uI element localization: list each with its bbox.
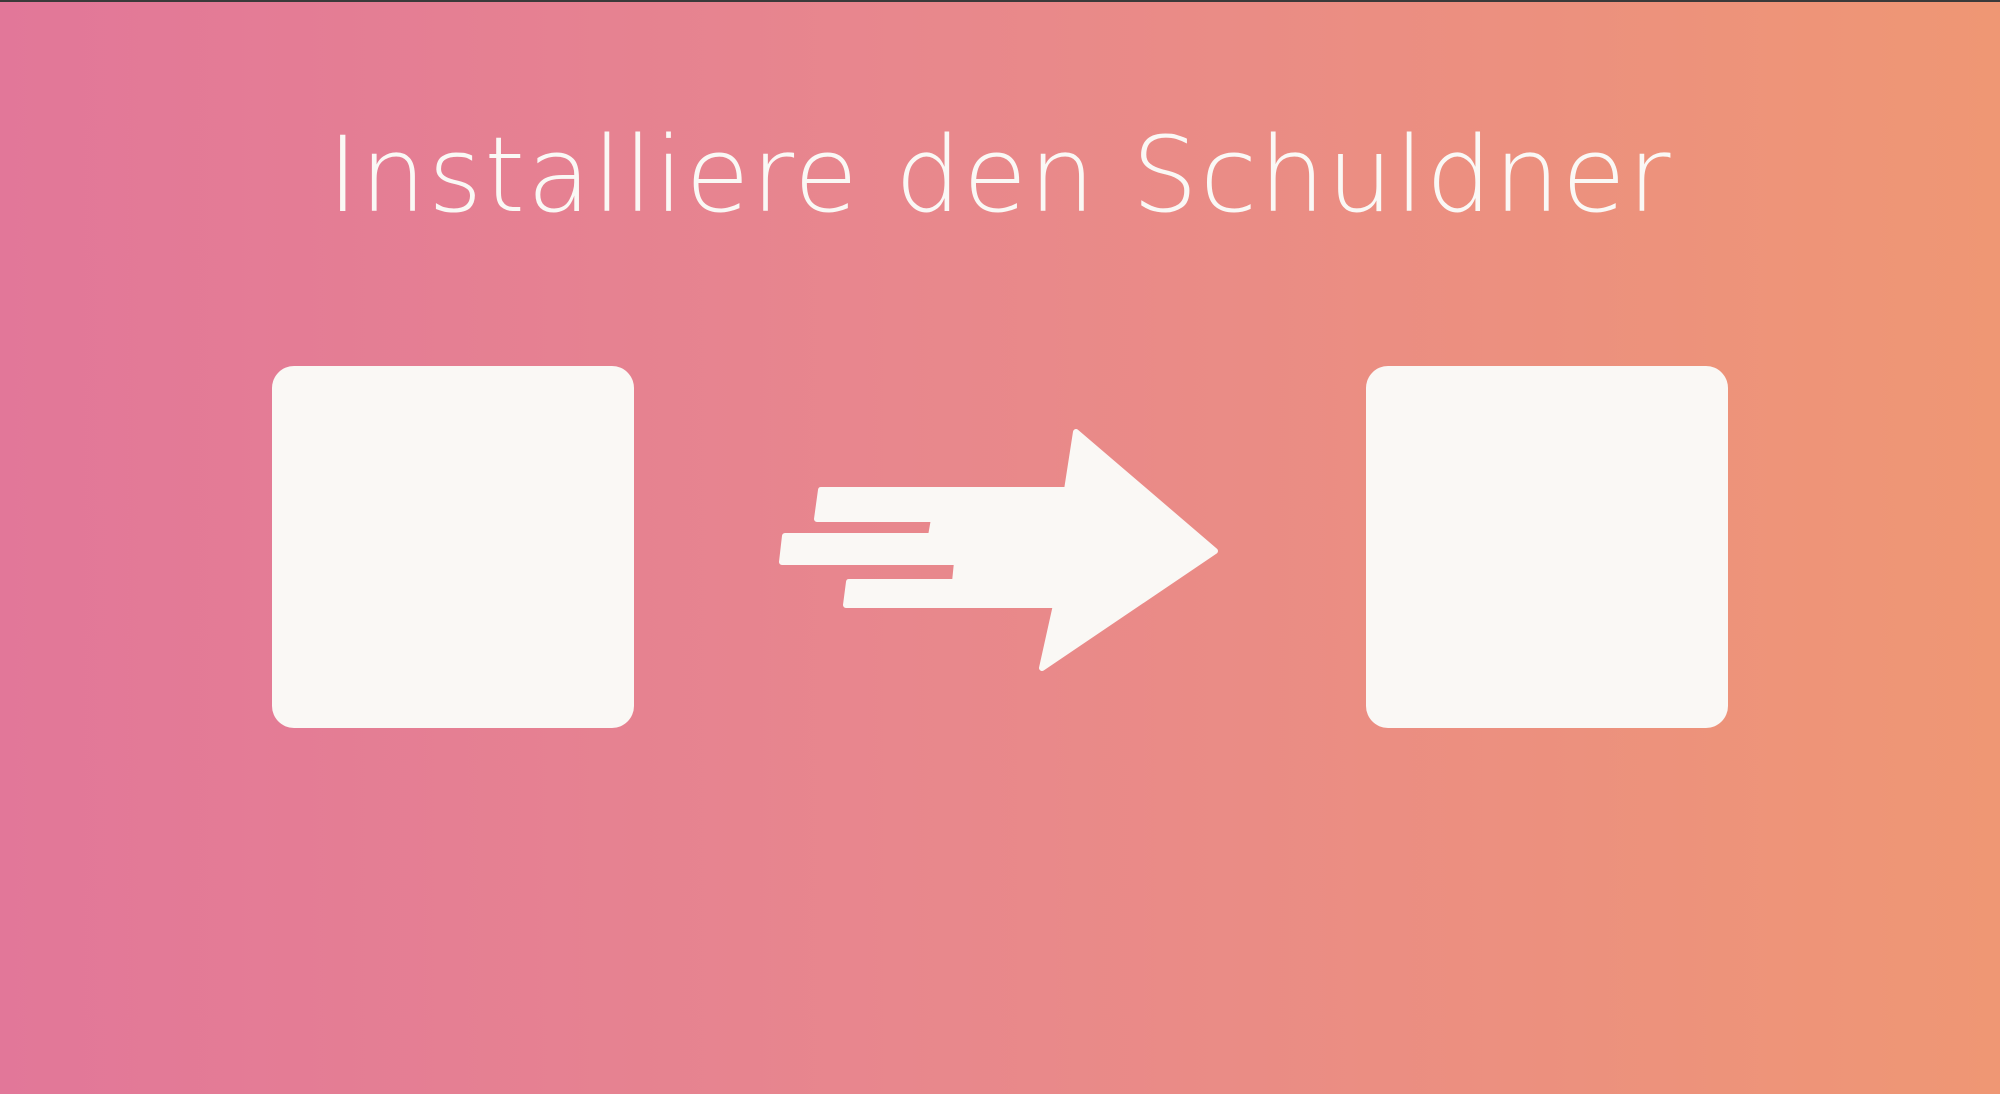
target-box (1366, 366, 1728, 728)
slide-title: Installiere den Schuldner (327, 114, 1673, 236)
top-border (0, 0, 2000, 2)
source-box (272, 366, 634, 728)
fast-arrow-right-icon (779, 429, 1218, 671)
